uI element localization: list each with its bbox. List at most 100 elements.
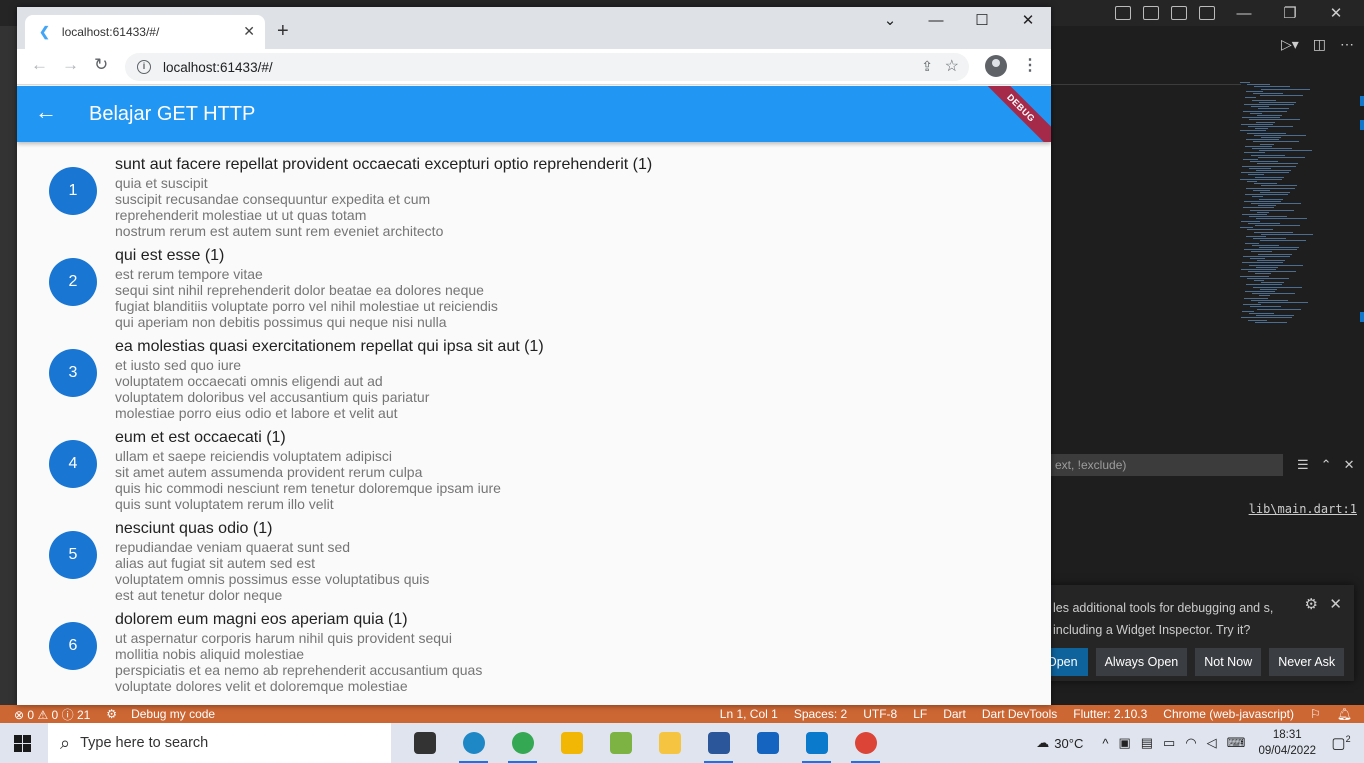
minimize-icon[interactable]: — [913,7,959,37]
post-id-avatar: 3 [49,349,97,397]
back-arrow-icon[interactable]: ← [35,99,57,125]
reload-icon[interactable]: ↻ [94,55,108,75]
tab-title: localhost:61433/#/ [61,25,160,39]
weather-icon[interactable]: ☁ [1036,735,1049,751]
start-icon[interactable] [14,735,31,752]
activity-bar [0,26,17,706]
edge-icon[interactable] [449,723,498,763]
word-icon[interactable] [694,723,743,763]
date: 09/04/2022 [1258,745,1316,757]
browser-tab[interactable]: ❮ localhost:61433/#/ ✕ [25,15,265,49]
post-title: qui est esse (1) [115,247,225,264]
problems-indicator[interactable]: ⊗ 0 ⚠ 0 ⓘ 21 [14,706,90,723]
code-editor[interactable] [1051,62,1364,452]
clock[interactable]: 18:31 09/04/2022 [1258,727,1316,759]
post-id-avatar: 6 [49,622,97,670]
cursor-position[interactable]: Ln 1, Col 1 [720,707,778,721]
debug-config[interactable]: Debug my code [131,707,215,721]
share-icon[interactable]: ⇪ [921,58,933,75]
toggle-secondary-sidebar-icon[interactable] [1171,6,1187,20]
dart-devtools[interactable]: Dart DevTools [982,707,1057,721]
list-item[interactable]: 4 eum et est occaecati (1) ullam et saepe … [17,428,1051,519]
close-icon[interactable]: ✕ [1329,595,1342,613]
post-id-avatar: 1 [49,167,97,215]
toggle-sidebar-icon[interactable] [1115,6,1131,20]
chart-app-icon[interactable] [596,723,645,763]
tab-search-icon[interactable]: ⌄ [867,7,913,37]
list-item[interactable]: 1 sunt aut facere repellat provident occa… [17,155,1051,246]
list-icon[interactable]: ☰ [1297,457,1309,473]
run-debug-icon[interactable]: ▷▾ [1281,36,1299,53]
feedback-icon[interactable]: ⚐ [1310,707,1321,721]
always-open-button[interactable]: Always Open [1095,648,1188,676]
time: 18:31 [1272,729,1302,741]
device-selector[interactable]: Chrome (web-javascript) [1163,707,1294,721]
flutter-version[interactable]: Flutter: 2.10.3 [1073,707,1147,721]
site-info-icon[interactable]: i [137,60,151,74]
bell-icon[interactable]: 🔔︎ [1337,707,1352,721]
chrome-icon[interactable] [498,723,547,763]
close-icon[interactable]: ✕ [1344,457,1355,473]
maximize-icon[interactable]: ☐ [959,7,1005,37]
tray-app-icon[interactable]: ▣ [1118,735,1130,751]
post-body: et iusto sed quo iure voluptatem occaeca… [115,357,430,421]
encoding[interactable]: UTF-8 [863,707,897,721]
keyboard-icon[interactable]: ⌨ [1227,735,1246,751]
task-view-icon[interactable] [400,723,449,763]
posts-list[interactable]: 1 sunt aut facere repellat provident occa… [17,155,1051,701]
source-location-link[interactable]: lib\main.dart:1 [1249,502,1357,516]
language-mode[interactable]: Dart [943,707,966,721]
chevron-up-icon[interactable]: ^ [1102,736,1108,751]
list-item[interactable]: 2 qui est esse (1) est rerum tempore vitae… [17,246,1051,337]
toggle-panel-icon[interactable] [1143,6,1159,20]
address-bar[interactable]: i localhost:61433/#/ ⇪ ☆ [125,53,969,81]
indentation[interactable]: Spaces: 2 [794,707,847,721]
notification-center-icon[interactable]: ▢2 [1328,734,1354,752]
customize-layout-icon[interactable] [1199,6,1215,20]
minimize-icon[interactable]: — [1224,5,1264,22]
never-ask-button[interactable]: Never Ask [1269,648,1345,676]
kebab-menu-icon[interactable]: ⋮ [1022,55,1038,75]
editor-actions: ▷▾ ◫ ⋯ [1051,26,1364,62]
tray-app-icon[interactable]: ▤ [1141,735,1153,751]
list-item[interactable]: 3 ea molestias quasi exercitationem repel… [17,337,1051,428]
notification-message: les additional tools for debugging and s… [1053,601,1274,637]
new-tab-icon[interactable]: + [277,20,289,43]
end-of-line[interactable]: LF [913,707,927,721]
gear-icon[interactable]: ⚙ [1305,595,1318,613]
back-icon[interactable]: ← [31,55,48,75]
close-window-icon[interactable]: ✕ [1005,7,1051,37]
error-icon: ⊗ [14,707,25,722]
minimap[interactable] [1238,82,1318,332]
chrome-window: ❮ localhost:61433/#/ ✕ + ⌄ — ☐ ✕ ← → ↻ i… [17,7,1051,705]
post-body: ut aspernatur corporis harum nihil quis … [115,630,483,694]
photos-icon[interactable] [743,723,792,763]
split-editor-icon[interactable]: ◫ [1313,36,1326,53]
taskbar-search[interactable]: ⌕ Type here to search [48,723,391,763]
chrome-active-icon[interactable] [841,723,890,763]
temperature[interactable]: 30°C [1054,736,1083,751]
notification-count: 2 [1345,734,1351,744]
volume-icon[interactable]: ◁ [1207,735,1217,751]
wifi-icon[interactable]: ◠ [1185,735,1196,751]
scrollbar-marker [1360,96,1364,106]
tool-app-icon[interactable] [645,723,694,763]
scrollbar-marker [1360,312,1364,322]
not-now-button[interactable]: Not Now [1195,648,1262,676]
close-tab-icon[interactable]: ✕ [243,23,255,40]
bookmark-star-icon[interactable]: ☆ [945,56,959,76]
vscode-icon[interactable] [792,723,841,763]
chevron-up-icon[interactable]: ⌃ [1321,457,1332,473]
app-bar: ← Belajar GET HTTP DEBUG [17,86,1051,142]
vscode-status-bar: ⊗ 0 ⚠ 0 ⓘ 21 ⚙ Debug my code Ln 1, Col 1… [0,705,1364,723]
list-item[interactable]: 6 dolorem eum magni eos aperiam quia (1) u… [17,610,1051,701]
profile-avatar-icon[interactable] [985,55,1007,77]
battery-icon[interactable]: ▭ [1163,735,1175,751]
restore-icon[interactable]: ❐ [1270,4,1310,22]
file-explorer-icon[interactable] [547,723,596,763]
filter-input[interactable]: ext, !exclude) [1051,454,1283,476]
more-actions-icon[interactable]: ⋯ [1340,36,1354,53]
list-item[interactable]: 5 nesciunt quas odio (1) repudiandae venia… [17,519,1051,610]
forward-icon[interactable]: → [62,55,79,75]
close-icon[interactable]: ✕ [1316,4,1356,22]
